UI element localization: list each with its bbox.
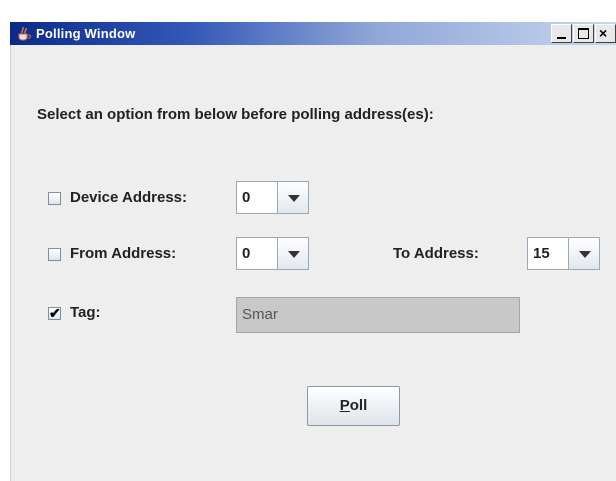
chevron-down-icon	[288, 195, 300, 202]
from-address-label: From Address:	[70, 245, 177, 262]
poll-label-rest: oll	[349, 397, 368, 414]
to-address-value[interactable]: 15	[527, 237, 569, 270]
to-address-dropdown-button[interactable]	[568, 237, 600, 270]
tag-label: Tag:	[70, 304, 101, 321]
poll-mnemonic: P	[339, 397, 350, 414]
device-address-value[interactable]: 0	[236, 181, 278, 214]
instruction-text: Select an option from below before polli…	[37, 106, 434, 123]
java-cup-icon	[18, 26, 31, 41]
from-address-dropdown-button[interactable]	[277, 237, 309, 270]
from-address-checkbox[interactable]	[48, 248, 61, 261]
device-address-combo[interactable]: 0	[236, 181, 309, 214]
to-address-label: To Address:	[393, 245, 479, 262]
from-address-value[interactable]: 0	[236, 237, 278, 270]
minimize-button[interactable]	[551, 24, 572, 43]
maximize-icon	[578, 28, 589, 39]
device-address-dropdown-button[interactable]	[277, 181, 309, 214]
close-icon: ×	[599, 25, 608, 41]
check-icon: ✔	[49, 305, 61, 321]
title-bar[interactable]: Polling Window ×	[10, 22, 616, 45]
maximize-button[interactable]	[573, 24, 594, 43]
device-address-checkbox[interactable]	[48, 192, 61, 205]
from-address-combo[interactable]: 0	[236, 237, 309, 270]
device-address-label: Device Address:	[70, 189, 187, 206]
tag-input[interactable]: Smar	[236, 297, 520, 333]
poll-button[interactable]: Poll	[307, 386, 400, 426]
minimize-icon	[557, 37, 566, 39]
to-address-combo[interactable]: 15	[527, 237, 600, 270]
chevron-down-icon	[288, 251, 300, 258]
chevron-down-icon	[579, 251, 591, 258]
tag-checkbox[interactable]: ✔	[48, 305, 61, 321]
window-title: Polling Window	[36, 26, 136, 41]
close-button[interactable]: ×	[595, 24, 616, 43]
